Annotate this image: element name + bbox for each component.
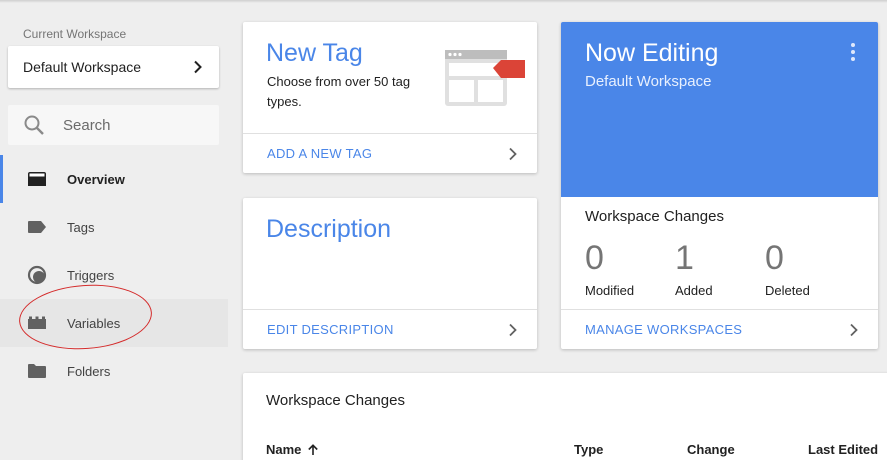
- workspace-name: Default Workspace: [23, 59, 142, 75]
- stat-added-value: 1: [675, 239, 694, 277]
- sidebar-item-variables[interactable]: Variables: [0, 299, 228, 347]
- chevron-right-icon: [194, 60, 202, 74]
- stat-deleted-value: 0: [765, 239, 784, 277]
- new-tag-description: Choose from over 50 tag types.: [267, 74, 411, 109]
- column-header-name[interactable]: Name: [266, 442, 319, 457]
- description-title: Description: [266, 215, 392, 243]
- column-header-type[interactable]: Type: [574, 442, 603, 457]
- search-input[interactable]: [63, 116, 193, 134]
- manage-workspaces-label: MANAGE WORKSPACES: [585, 322, 743, 337]
- sidebar-nav: Overview Tags Triggers Variables Folders: [0, 155, 228, 395]
- tag-icon: [26, 216, 48, 238]
- search-icon: [24, 115, 44, 135]
- stat-deleted-label: Deleted: [765, 283, 810, 298]
- column-header-change[interactable]: Change: [687, 442, 735, 457]
- column-header-name-label: Name: [266, 442, 302, 457]
- sidebar-item-label: Variables: [67, 315, 121, 331]
- description-card[interactable]: Description EDIT DESCRIPTION: [243, 198, 537, 349]
- sidebar-item-folders[interactable]: Folders: [0, 347, 228, 395]
- sidebar-item-triggers[interactable]: Triggers: [0, 251, 228, 299]
- column-header-type-label: Type: [574, 442, 604, 457]
- now-editing-header: Now Editing Default Workspace: [561, 22, 878, 197]
- arrow-up-icon: [308, 443, 319, 455]
- new-tag-card[interactable]: New Tag Choose from over 50 tag types. A…: [243, 22, 537, 173]
- sidebar-item-label: Tags: [67, 219, 95, 235]
- edit-description-button[interactable]: EDIT DESCRIPTION: [243, 309, 537, 349]
- add-new-tag-button[interactable]: ADD A NEW TAG: [243, 133, 537, 173]
- sidebar-item-overview[interactable]: Overview: [0, 155, 228, 203]
- search-box[interactable]: [8, 105, 219, 145]
- column-header-last-edited[interactable]: Last Edited: [808, 442, 878, 457]
- workspace-selector[interactable]: Default Workspace: [8, 46, 219, 88]
- chevron-right-icon: [509, 147, 517, 160]
- column-header-last-edited-label: Last Edited: [808, 442, 879, 457]
- stat-modified-value: 0: [585, 239, 604, 277]
- new-tag-title: New Tag: [266, 39, 363, 67]
- stat-added-label: Added: [675, 283, 713, 298]
- sidebar-item-label: Folders: [67, 363, 111, 379]
- chevron-right-icon: [850, 323, 858, 336]
- workspace-changes-card: Workspace Changes Name Type Change Last …: [243, 373, 887, 460]
- more-vert-icon[interactable]: [849, 43, 857, 63]
- stat-deleted: 0 Deleted: [765, 238, 810, 298]
- stat-modified-label: Modified: [585, 283, 635, 298]
- add-new-tag-label: ADD A NEW TAG: [267, 146, 373, 161]
- chevron-right-icon: [509, 323, 517, 336]
- sidebar: Current Workspace Default Workspace Over…: [0, 0, 228, 460]
- tag-window-illustration-icon: [445, 50, 525, 106]
- sidebar-item-tags[interactable]: Tags: [0, 203, 228, 251]
- current-workspace-label: Current Workspace: [23, 27, 127, 41]
- stat-added: 1 Added: [675, 238, 713, 298]
- now-editing-card: Now Editing Default Workspace Workspace …: [561, 22, 878, 349]
- overview-icon: [26, 168, 48, 190]
- sidebar-item-label: Overview: [67, 171, 125, 187]
- now-editing-title: Now Editing: [585, 39, 719, 67]
- variables-icon: [26, 312, 48, 334]
- stat-modified: 0 Modified: [585, 238, 634, 298]
- trigger-icon: [26, 264, 48, 286]
- column-header-change-label: Change: [687, 442, 735, 457]
- folder-icon: [26, 360, 48, 382]
- workspace-changes-title: Workspace Changes: [266, 392, 405, 409]
- edit-description-label: EDIT DESCRIPTION: [267, 322, 394, 337]
- now-editing-workspace: Default Workspace: [585, 73, 712, 90]
- manage-workspaces-button[interactable]: MANAGE WORKSPACES: [561, 309, 878, 349]
- sidebar-item-label: Triggers: [67, 267, 115, 283]
- workspace-changes-summary-title: Workspace Changes: [585, 208, 724, 225]
